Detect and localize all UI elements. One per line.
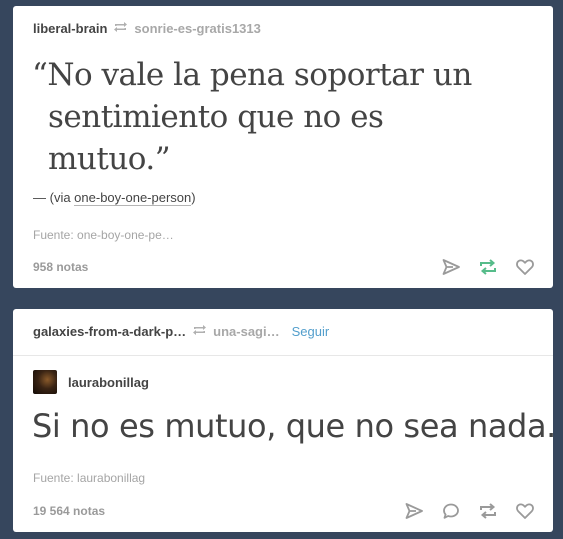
source-credit-link[interactable]: Fuente: one-boy-one-pe…	[33, 228, 174, 242]
text-post: galaxies-from-a-dark-p… una-sagi… Seguir…	[13, 309, 556, 532]
quote-line: mutuo.”	[48, 141, 171, 177]
post-header: galaxies-from-a-dark-p… una-sagi… Seguir	[33, 324, 329, 339]
quote-line: sentimiento que no es	[48, 99, 384, 135]
avatar[interactable]	[33, 370, 57, 394]
post-actions	[441, 257, 535, 277]
reblog-trail-icon	[113, 21, 128, 36]
blog-name-link[interactable]: liberal-brain	[33, 21, 107, 36]
post-actions	[404, 501, 535, 521]
post-header: liberal-brain sonrie-es-gratis1313	[33, 21, 261, 36]
source-prefix: — (via	[33, 190, 75, 205]
reblog-source-link[interactable]: sonrie-es-gratis1313	[134, 21, 260, 36]
source-link[interactable]: one-boy-one-person	[74, 190, 192, 206]
quote-source: — (via one-boy-one-person)	[33, 190, 196, 206]
author-name-link[interactable]: laurabonillag	[68, 375, 149, 390]
header-divider	[13, 355, 553, 356]
like-icon[interactable]	[515, 257, 535, 277]
quote-post: liberal-brain sonrie-es-gratis1313 “No v…	[13, 6, 553, 288]
reblog-icon[interactable]	[478, 501, 498, 521]
send-icon[interactable]	[441, 257, 461, 277]
notes-count[interactable]: 19 564 notas	[33, 504, 105, 518]
notes-count[interactable]: 958 notas	[33, 260, 88, 274]
quote-text: “No vale la pena soportar un sentimiento…	[32, 54, 532, 180]
source-credit-link[interactable]: Fuente: laurabonillag	[33, 471, 145, 485]
follow-button[interactable]: Seguir	[292, 324, 330, 339]
quote-line: “No vale la pena soportar un	[32, 57, 472, 93]
send-icon[interactable]	[404, 501, 424, 521]
source-suffix: )	[191, 190, 196, 205]
author-row: laurabonillag	[33, 370, 149, 394]
reblog-trail-icon	[192, 324, 207, 339]
reblog-source-link[interactable]: una-sagi…	[213, 324, 279, 339]
reblog-icon[interactable]	[478, 257, 498, 277]
post-text: Si no es mutuo, que no sea nada.	[32, 407, 556, 445]
blog-name-link[interactable]: galaxies-from-a-dark-p…	[33, 324, 186, 339]
reply-icon[interactable]	[441, 501, 461, 521]
like-icon[interactable]	[515, 501, 535, 521]
